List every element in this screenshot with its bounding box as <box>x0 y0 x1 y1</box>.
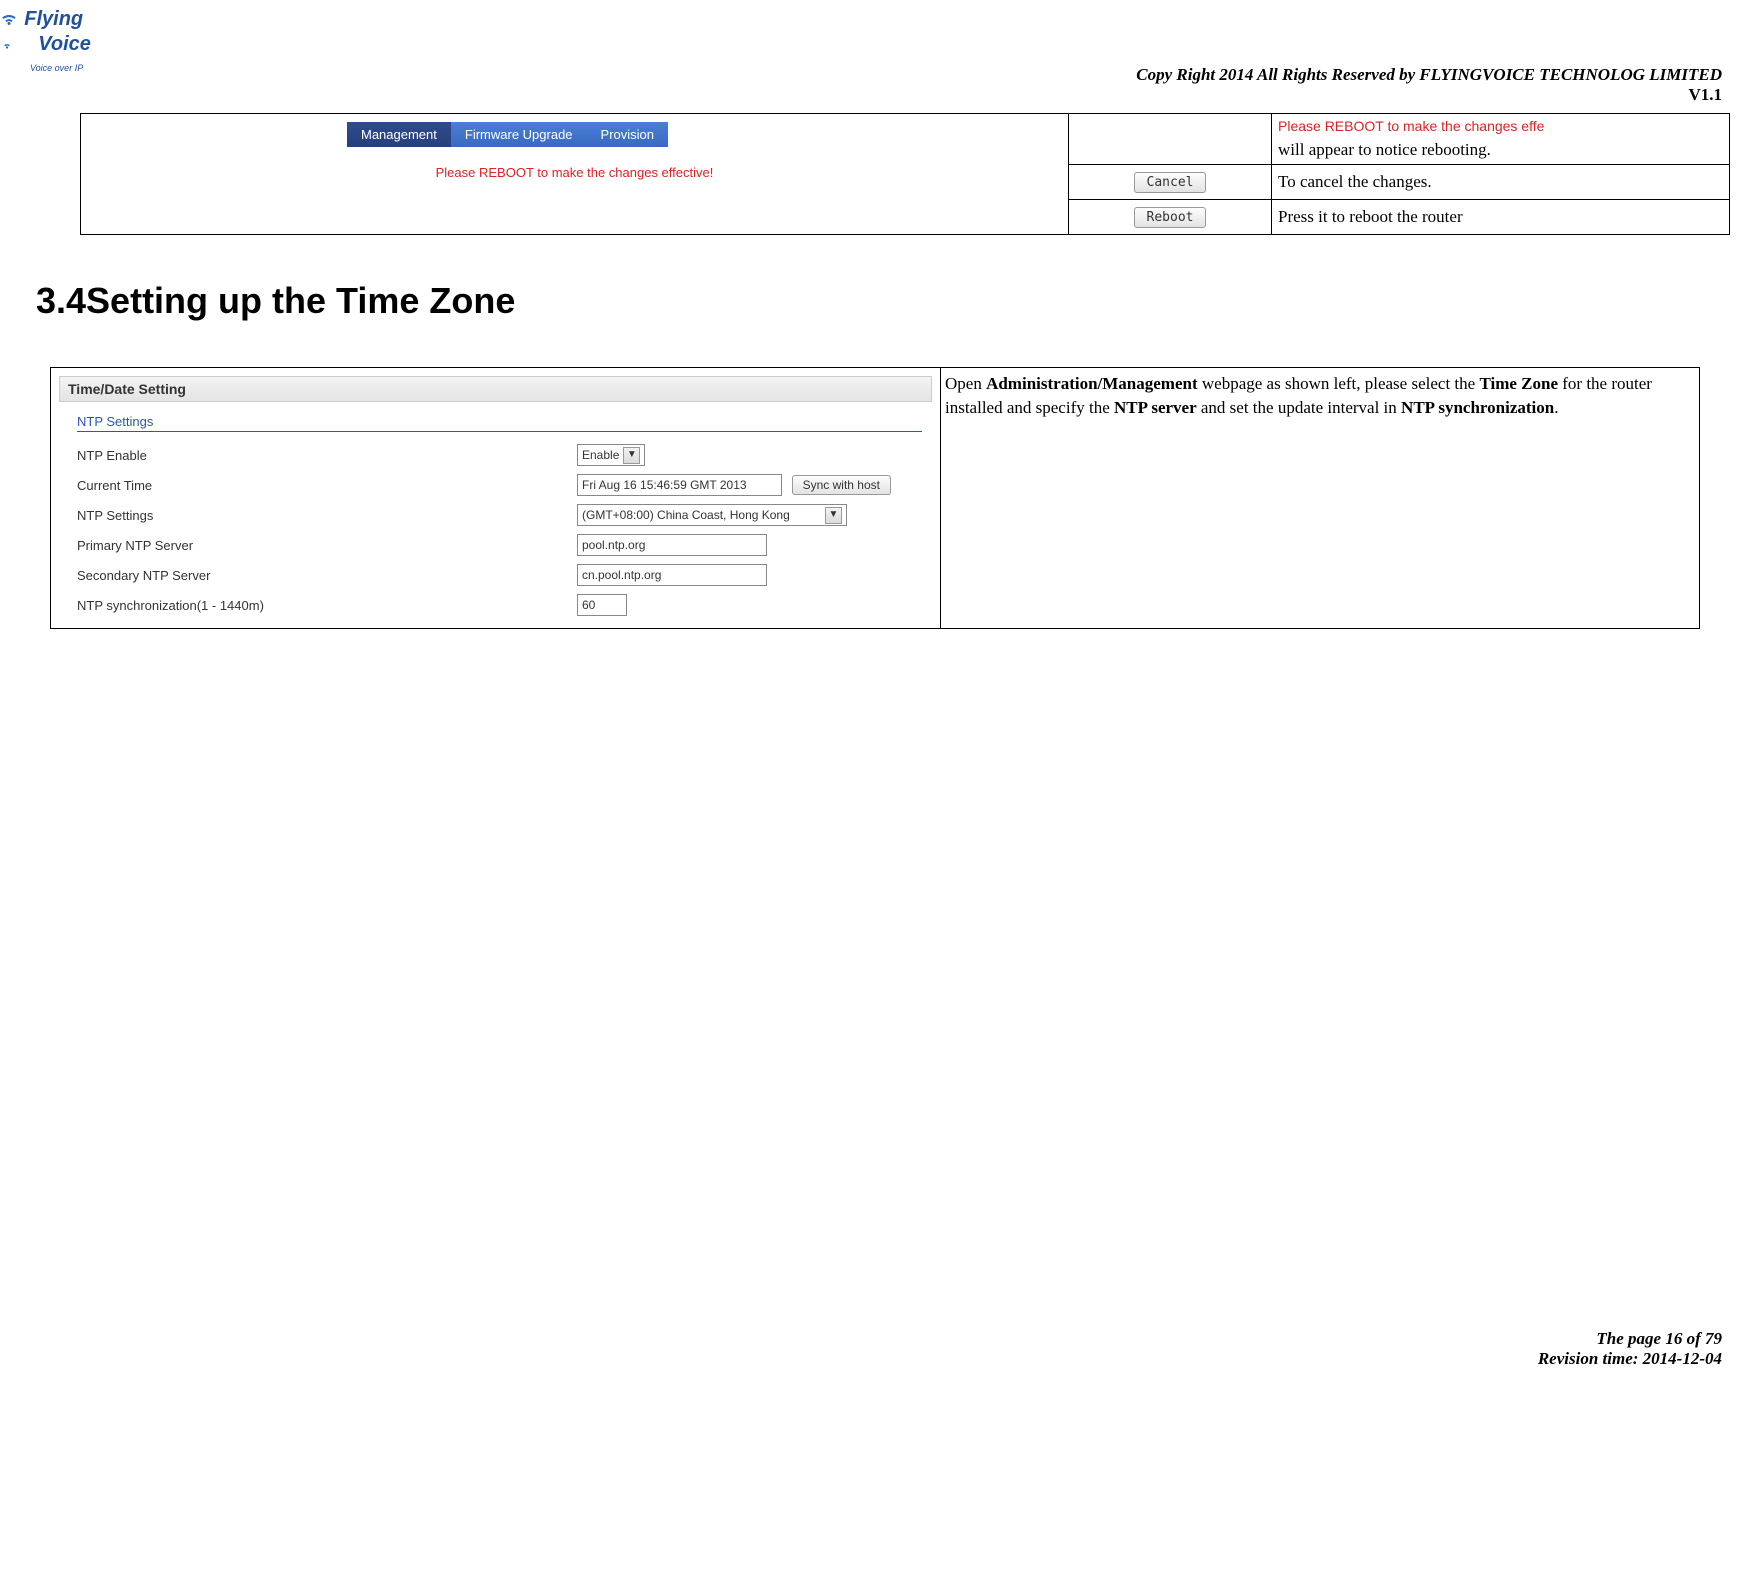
footer-revision: Revision time: 2014-12-04 <box>30 1349 1722 1369</box>
select-ntp-enable-value: Enable <box>582 447 619 463</box>
timezone-table: Time/Date Setting NTP Settings NTP Enabl… <box>50 367 1700 629</box>
reboot-desc-cell: Press it to reboot the router <box>1272 200 1730 235</box>
desc-admin-bold: Administration/Management <box>986 374 1198 393</box>
desc-ntp-server-bold: NTP server <box>1114 398 1197 417</box>
input-ntp-sync-interval[interactable]: 60 <box>577 594 627 616</box>
label-secondary-ntp: Secondary NTP Server <box>77 568 577 583</box>
tab-provision[interactable]: Provision <box>587 122 668 147</box>
desc-ntp-sync-bold: NTP synchronization <box>1401 398 1554 417</box>
panel-title: Time/Date Setting <box>59 376 932 402</box>
label-ntp-settings: NTP Settings <box>77 508 577 523</box>
row-primary-ntp: Primary NTP Server pool.ntp.org <box>59 530 932 560</box>
row-ntp-settings: NTP Settings (GMT+08:00) China Coast, Ho… <box>59 500 932 530</box>
wifi-icon <box>0 10 18 33</box>
time-date-panel: Time/Date Setting NTP Settings NTP Enabl… <box>55 372 936 624</box>
footer-page: The page 16 of 79 <box>30 1329 1722 1349</box>
empty-btn-cell <box>1069 114 1272 165</box>
logo-tagline: Voice over IP <box>30 63 83 73</box>
timezone-panel-cell: Time/Date Setting NTP Settings NTP Enabl… <box>51 368 941 629</box>
desc-after-admin: webpage as shown left, please select the <box>1198 374 1480 393</box>
row-secondary-ntp: Secondary NTP Server cn.pool.ntp.org <box>59 560 932 590</box>
reboot-warning-trunc: Please REBOOT to make the changes effe <box>1278 118 1723 134</box>
row-current-time: Current Time Fri Aug 16 15:46:59 GMT 201… <box>59 470 932 500</box>
input-current-time[interactable]: Fri Aug 16 15:46:59 GMT 2013 <box>577 474 782 496</box>
input-secondary-ntp[interactable]: cn.pool.ntp.org <box>577 564 767 586</box>
logo-text-flying: Flying <box>24 8 83 30</box>
section-heading: 3.4Setting up the Time Zone <box>36 280 1722 322</box>
label-primary-ntp: Primary NTP Server <box>77 538 577 553</box>
panel-section-ntp: NTP Settings <box>77 414 922 432</box>
tabs-screenshot-cell: ManagementFirmware UpgradeProvision Plea… <box>81 114 1069 235</box>
chevron-down-icon: ▼ <box>825 507 842 524</box>
reboot-btn-cell: Reboot <box>1069 200 1272 235</box>
version-line: V1.1 <box>30 85 1722 105</box>
cancel-desc-cell: To cancel the changes. <box>1272 165 1730 200</box>
tab-firmware-upgrade[interactable]: Firmware Upgrade <box>451 122 587 147</box>
footer: The page 16 of 79 Revision time: 2014-12… <box>30 1329 1722 1369</box>
label-current-time: Current Time <box>77 478 577 493</box>
reboot-button[interactable]: Reboot <box>1134 207 1207 228</box>
appear-notice-text: will appear to notice rebooting. <box>1278 140 1491 159</box>
label-ntp-sync-interval: NTP synchronization(1 - 1440m) <box>77 598 577 613</box>
header-right: Copy Right 2014 All Rights Reserved by F… <box>30 65 1722 105</box>
timezone-description-cell: Open Administration/Management webpage a… <box>941 368 1700 629</box>
sync-with-host-button[interactable]: Sync with host <box>792 475 891 495</box>
desc-timezone-bold: Time Zone <box>1479 374 1558 393</box>
copyright-line: Copy Right 2014 All Rights Reserved by F… <box>30 65 1722 85</box>
reboot-warning-full: Please REBOOT to make the changes effect… <box>87 165 1062 180</box>
reboot-notice-cell: Please REBOOT to make the changes effe w… <box>1272 114 1730 165</box>
wifi-icon-2 <box>0 36 14 56</box>
logo-text-voice: Voice <box>38 33 91 55</box>
row-ntp-enable: NTP Enable Enable ▼ <box>59 440 932 470</box>
cancel-btn-cell: Cancel <box>1069 165 1272 200</box>
tabs-row: ManagementFirmware UpgradeProvision <box>347 122 1062 147</box>
select-ntp-timezone[interactable]: (GMT+08:00) China Coast, Hong Kong ▼ <box>577 504 847 526</box>
input-primary-ntp[interactable]: pool.ntp.org <box>577 534 767 556</box>
select-ntp-timezone-value: (GMT+08:00) China Coast, Hong Kong <box>582 507 790 523</box>
desc-after-ntp: and set the update interval in <box>1197 398 1401 417</box>
desc-open: Open <box>945 374 986 393</box>
cancel-button[interactable]: Cancel <box>1134 172 1207 193</box>
row-ntp-sync-interval: NTP synchronization(1 - 1440m) 60 <box>59 590 932 620</box>
brand-logo: Flying Voice Voice over IP <box>0 8 91 76</box>
label-ntp-enable: NTP Enable <box>77 448 577 463</box>
desc-period: . <box>1554 398 1558 417</box>
tab-management[interactable]: Management <box>347 122 451 147</box>
select-ntp-enable[interactable]: Enable ▼ <box>577 444 645 466</box>
chevron-down-icon: ▼ <box>623 447 640 464</box>
top-table: ManagementFirmware UpgradeProvision Plea… <box>80 113 1730 235</box>
